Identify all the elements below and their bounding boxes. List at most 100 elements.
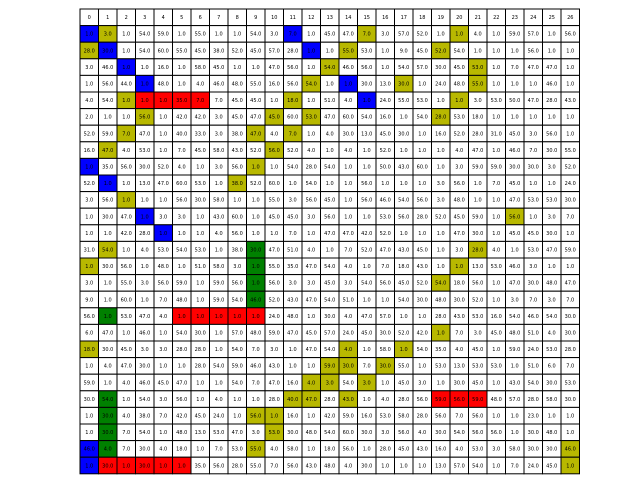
board-cell-value: 53.0 <box>472 364 483 370</box>
board-cell-value: 44.0 <box>121 82 132 88</box>
board-cell-value: 42.0 <box>176 115 187 121</box>
board-cell-value: 1.0 <box>437 165 445 171</box>
board-cell-value: 46.0 <box>380 198 391 204</box>
board-cell-value: 54.0 <box>324 347 335 353</box>
board-cell-value: 3.0 <box>270 32 278 38</box>
board-cell-value: 45.0 <box>232 115 243 121</box>
board-cell-value: 1.0 <box>363 98 371 104</box>
board-cell-value: 60.0 <box>343 430 354 436</box>
board-cell-value: 1.0 <box>178 82 186 88</box>
board-cell-value: 43.0 <box>287 297 298 303</box>
board-cell-value: 1.0 <box>566 463 574 469</box>
board-cell-value: 16.0 <box>435 131 446 137</box>
header-cell-value: 20 <box>456 15 462 21</box>
board-cell-value: 1.0 <box>252 264 260 270</box>
board-cell-value: 3.0 <box>437 181 445 187</box>
board-cell-value: 45.0 <box>121 347 132 353</box>
board-cell-value: 1.0 <box>437 148 445 154</box>
board-cell-value: 30.0 <box>565 331 576 337</box>
board-cell-value: 3.0 <box>178 214 186 220</box>
board-cell-value: 47.0 <box>528 98 539 104</box>
board-cell-value: 1.0 <box>326 48 334 54</box>
board-cell-value: 57.0 <box>417 65 428 71</box>
board-cell-value: 30.0 <box>102 48 113 54</box>
board-cell-value: 1.0 <box>566 48 574 54</box>
board-cell-value: 1.0 <box>363 264 371 270</box>
board-cell-value: 1.0 <box>363 214 371 220</box>
board-cell-value: 48.0 <box>454 198 465 204</box>
board-cell-value: 53.0 <box>454 115 465 121</box>
board-cell-value: 3.0 <box>437 198 445 204</box>
board-cell-value: 54.0 <box>417 115 428 121</box>
board-cell-value: 3.0 <box>474 331 482 337</box>
board-cell-value: 1.0 <box>548 414 556 420</box>
board-cell-value: 52.0 <box>361 248 372 254</box>
board-cell-value: 1.0 <box>529 115 537 121</box>
board-cell-value: 30.0 <box>546 231 557 237</box>
board-cell-value: 60.0 <box>158 48 169 54</box>
board-cell-value: 58.0 <box>509 447 520 453</box>
board-cell-value: 58.0 <box>398 414 409 420</box>
board-cell-value: 7.0 <box>159 297 167 303</box>
board-cell-value: 1.0 <box>233 32 241 38</box>
board-cell-value: 28.0 <box>417 414 428 420</box>
board-cell-value: 1.0 <box>307 48 315 54</box>
board-cell-value: 53.0 <box>565 380 576 386</box>
board-cell-value: 1.0 <box>326 248 334 254</box>
board-cell-value: 4.0 <box>178 165 186 171</box>
board-cell-value: 1.0 <box>437 331 445 337</box>
board-cell-value: 30.0 <box>102 414 113 420</box>
board-cell-value: 48.0 <box>176 297 187 303</box>
board-cell-value: 13.0 <box>435 463 446 469</box>
board-cell-value: 30.0 <box>102 214 113 220</box>
board-cell-value: 1.0 <box>270 414 278 420</box>
board-cell-value: 56.0 <box>269 281 280 287</box>
board-cell-value: 51.0 <box>195 264 206 270</box>
board-cell-value: 1.0 <box>233 397 241 403</box>
board-cell-value: 30.0 <box>139 447 150 453</box>
board-cell-value: 45.0 <box>509 131 520 137</box>
board-cell-value: 47.0 <box>509 198 520 204</box>
board-cell-value: 1.0 <box>548 264 556 270</box>
board-cell-value: 1.0 <box>159 331 167 337</box>
board-cell-value: 24.0 <box>380 98 391 104</box>
board-cell-value: 7.0 <box>196 98 204 104</box>
board-cell-value: 48.0 <box>232 82 243 88</box>
board-cell-value: 1.0 <box>141 65 149 71</box>
board-cell-value: 42.0 <box>121 231 132 237</box>
board-cell-value: 1.0 <box>159 198 167 204</box>
board-cell-value: 1.0 <box>159 430 167 436</box>
board-cell-value: 58.0 <box>213 148 224 154</box>
board-cell-value: 1.0 <box>159 463 167 469</box>
board-cell-value: 53.0 <box>546 347 557 353</box>
header-cell-value: 26 <box>567 15 573 21</box>
board-cell-value: 1.0 <box>122 248 130 254</box>
board-cell-value: 56.0 <box>491 430 502 436</box>
board-cell-value: 54.0 <box>139 32 150 38</box>
board-cell-value: 53.0 <box>546 198 557 204</box>
board-cell-value: 3.0 <box>307 214 315 220</box>
board-cell-value: 16.0 <box>361 414 372 420</box>
board-cell-value: 54.0 <box>250 32 261 38</box>
board-cell-value: 47.0 <box>269 248 280 254</box>
board-cell-value: 55.0 <box>269 264 280 270</box>
board-cell-value: 7.0 <box>289 32 297 38</box>
board-cell-value: 4.0 <box>344 347 352 353</box>
board-cell-value: 7.0 <box>511 463 519 469</box>
board-cell-value: 7.0 <box>215 98 223 104</box>
board-cell-value: 1.0 <box>252 165 260 171</box>
board-cell-value: 47.0 <box>528 65 539 71</box>
board-cell-value: 7.0 <box>381 264 389 270</box>
board-cell-value: 38.0 <box>213 48 224 54</box>
board-cell-value: 50.0 <box>509 98 520 104</box>
board-cell-value: 28.0 <box>417 214 428 220</box>
board-cell-value: 1.0 <box>566 414 574 420</box>
board-cell-value: 54.0 <box>509 314 520 320</box>
board-cell-value: 1.0 <box>492 347 500 353</box>
board-cell-value: 16.0 <box>287 380 298 386</box>
board-cell-value: 45.0 <box>417 248 428 254</box>
board-cell-value: 54.0 <box>176 331 187 337</box>
board-cell-value: 55.0 <box>565 148 576 154</box>
board-cell-value: 45.0 <box>324 198 335 204</box>
board-cell-value: 9.0 <box>400 48 408 54</box>
